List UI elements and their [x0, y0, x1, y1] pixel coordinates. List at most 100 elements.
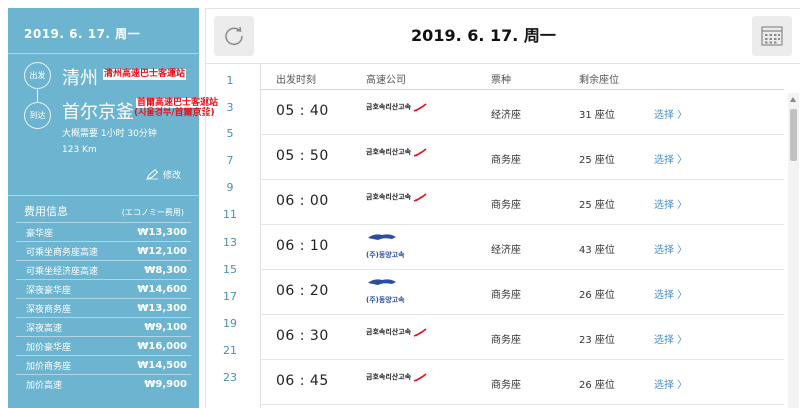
- fee-name: 可乘坐商务座高速: [26, 247, 99, 258]
- column-header-company: 高速公司: [366, 75, 406, 86]
- company-name: 금호속리산고속: [366, 373, 412, 381]
- column-header-grade: 票种: [491, 75, 511, 86]
- line-number: 7: [226, 154, 234, 167]
- seat-grade: 经济座: [491, 110, 521, 121]
- seat-grade: 商务座: [491, 200, 521, 211]
- line-number: 15: [223, 263, 237, 276]
- arrival-city: 首尔京釜: [62, 102, 134, 123]
- select-link[interactable]: 选择 〉: [654, 241, 687, 256]
- fee-price: ₩14,500: [137, 359, 187, 371]
- fee-row: 加价商务座 ₩14,500: [16, 355, 191, 374]
- table-row[interactable]: 05 : 50 금호속리산고속 商务座 25 座位 选择 〉: [261, 135, 784, 180]
- summary-date: 2019. 6. 17. 周一: [24, 27, 141, 41]
- line-number: 3: [226, 101, 234, 114]
- table-row[interactable]: 06 : 10 (주)동양고속 经济座 43 座位 选择 〉: [261, 225, 784, 270]
- scroll-up-arrow[interactable]: [790, 97, 796, 102]
- select-link[interactable]: 选择 〉: [654, 286, 687, 301]
- edit-label: 修改: [163, 171, 182, 181]
- fee-price: ₩14,600: [137, 283, 187, 295]
- company-name: 금호속리산고속: [366, 148, 412, 156]
- company-name: 금호속리산고속: [366, 103, 412, 111]
- select-link[interactable]: 选择 〉: [654, 106, 687, 121]
- fee-name: 加价高速: [26, 380, 63, 391]
- line-number: 11: [223, 208, 237, 221]
- select-link[interactable]: 选择 〉: [654, 331, 687, 346]
- fee-name: 深夜豪华座: [26, 285, 72, 296]
- kumho-swoosh-icon: [413, 147, 427, 157]
- calendar-button[interactable]: [752, 16, 792, 56]
- table-row[interactable]: 05 : 40 금호속리산고속 经济座 31 座位 选择 〉: [261, 90, 784, 135]
- arrival-badge: 到达: [24, 102, 51, 129]
- seat-grade: 商务座: [491, 155, 521, 166]
- dongyang-greyhound-icon: [368, 234, 396, 240]
- company-logo-dongyang: (주)동양고속: [366, 277, 405, 306]
- departure-terminal: 清州高速巴士客運站: [103, 69, 187, 80]
- line-number: 1: [226, 74, 234, 87]
- line-number-gutter: 1 3 5 7 9 11 13 15 17 19 21 23: [206, 64, 254, 408]
- company-name: (주)동양고속: [366, 296, 405, 304]
- route-connector: [37, 88, 38, 102]
- departure-city: 清州: [62, 68, 98, 89]
- fee-row: 深夜商务座 ₩13,300: [16, 298, 191, 317]
- departure-time: 06 : 45: [276, 373, 329, 389]
- remaining-seats: 31 座位: [579, 110, 615, 121]
- fee-price: ₩16,000: [137, 340, 187, 352]
- select-link[interactable]: 选择 〉: [654, 196, 687, 211]
- fee-name: 深夜商务座: [26, 304, 72, 315]
- departure-badge: 出发: [24, 62, 51, 89]
- departure-time: 05 : 40: [276, 103, 329, 119]
- table-row[interactable]: 06 : 45 금호속리산고속 商务座 26 座位 选择 〉: [261, 360, 784, 405]
- fee-row: 豪华座 ₩13,300: [16, 222, 191, 241]
- fee-name: 加价商务座: [26, 361, 72, 372]
- select-link[interactable]: 选择 〉: [654, 376, 687, 391]
- line-number: 13: [223, 236, 237, 249]
- remaining-seats: 26 座位: [579, 380, 615, 391]
- fee-row: 加价豪华座 ₩16,000: [16, 336, 191, 355]
- pencil-icon: [146, 169, 159, 180]
- line-number: 21: [223, 344, 237, 357]
- fee-name: 可乘坐经济座高速: [26, 266, 99, 277]
- fee-price: ₩13,300: [137, 302, 187, 314]
- select-link[interactable]: 选择 〉: [654, 151, 687, 166]
- company-logo-kumho: 금호속리산고속: [366, 192, 427, 202]
- fee-subtitle: (エコノミー费用): [121, 208, 184, 217]
- scrollbar-thumb[interactable]: [790, 109, 797, 161]
- schedule-panel: 2019. 6. 17. 周一 1 3 5 7 9 11 13 15 17 19…: [205, 8, 800, 408]
- table-row[interactable]: 06 : 30 금호속리산고속 商务座 23 座位 选择 〉: [261, 315, 784, 360]
- remaining-seats: 26 座位: [579, 290, 615, 301]
- departure-time: 06 : 20: [276, 283, 329, 299]
- divider: [8, 53, 199, 54]
- edit-button[interactable]: 修改: [146, 168, 181, 181]
- kumho-swoosh-icon: [413, 327, 427, 337]
- remaining-seats: 25 座位: [579, 155, 615, 166]
- fee-name: 豪华座: [26, 228, 54, 239]
- table-row[interactable]: 06 : 20 (주)동양고속 商务座 26 座位 选择 〉: [261, 270, 784, 315]
- line-number: 9: [226, 181, 234, 194]
- column-header-time: 出发时刻: [276, 75, 316, 86]
- kumho-swoosh-icon: [413, 102, 427, 112]
- fee-row: 深夜豪华座 ₩14,600: [16, 279, 191, 298]
- seat-grade: 经济座: [491, 245, 521, 256]
- route-summary-panel: 2019. 6. 17. 周一 出发 到达 清州 清州高速巴士客運站 首尔京釜 …: [8, 8, 220, 408]
- table-row[interactable]: 06 : 00 금호속리산고속 商务座 25 座位 选择 〉: [261, 180, 784, 225]
- divider: [8, 195, 199, 196]
- fee-row: 加价高速 ₩9,900: [16, 374, 191, 393]
- company-logo-kumho: 금호속리산고속: [366, 102, 427, 112]
- dongyang-greyhound-icon: [368, 279, 396, 285]
- calendar-icon: [761, 26, 783, 46]
- kumho-swoosh-icon: [413, 192, 427, 202]
- departure-time: 06 : 00: [276, 193, 329, 209]
- fee-name: 深夜高速: [26, 323, 63, 334]
- remaining-seats: 23 座位: [579, 335, 615, 346]
- fee-price: ₩12,100: [137, 245, 187, 257]
- company-name: 금호속리산고속: [366, 193, 412, 201]
- fee-title: 费用信息: [24, 205, 68, 218]
- fee-price: ₩13,300: [137, 226, 187, 238]
- fee-name: 加价豪华座: [26, 342, 72, 353]
- fee-row: 可乘坐商务座高速 ₩12,100: [16, 241, 191, 260]
- scrollbar[interactable]: [788, 93, 799, 408]
- company-name: (주)동양고속: [366, 251, 405, 259]
- company-logo-kumho: 금호속리산고속: [366, 327, 427, 337]
- schedule-title: 2019. 6. 17. 周一: [411, 26, 556, 45]
- kumho-swoosh-icon: [413, 372, 427, 382]
